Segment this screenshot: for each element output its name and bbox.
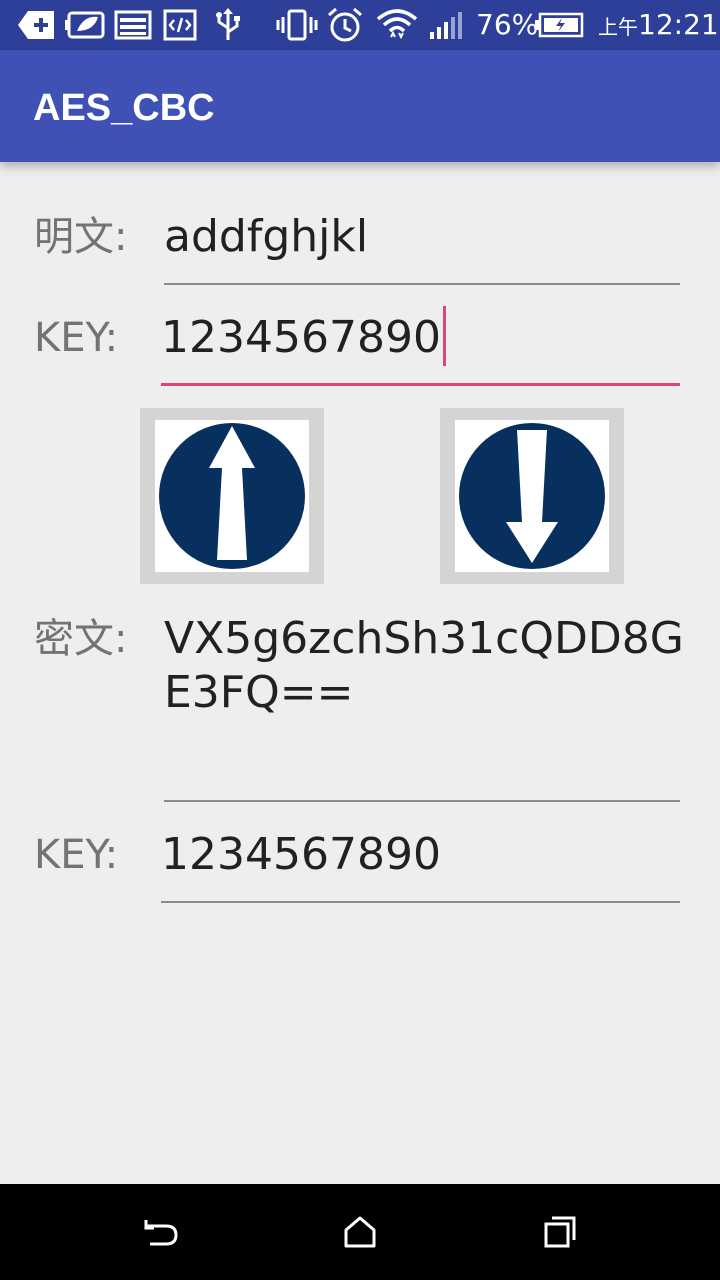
app-title: AES_CBC bbox=[33, 87, 215, 129]
ciphertext-input[interactable]: VX5g6zchSh31cQDD8GE3FQ== bbox=[164, 612, 684, 720]
plaintext-input[interactable]: addfghjkl bbox=[164, 210, 368, 264]
key1-label: KEY: bbox=[34, 315, 119, 361]
home-icon bbox=[344, 1216, 376, 1248]
navigation-bar bbox=[0, 1184, 720, 1280]
battery-saver-icon bbox=[64, 8, 106, 42]
battery-icon bbox=[534, 8, 584, 42]
code-icon bbox=[162, 8, 198, 42]
recents-button[interactable] bbox=[536, 1208, 584, 1256]
battery-percent: 76% bbox=[476, 8, 539, 41]
text-caret bbox=[442, 306, 446, 366]
recents-icon bbox=[544, 1216, 576, 1248]
arrow-down-circle-icon bbox=[459, 423, 605, 569]
key1-input-text: 1234567890 bbox=[161, 312, 441, 363]
decrypt-button[interactable] bbox=[440, 408, 624, 584]
key2-label: KEY: bbox=[34, 832, 119, 878]
plaintext-underline bbox=[164, 283, 680, 285]
key2-input[interactable]: 1234567890 bbox=[161, 828, 441, 882]
ciphertext-label: 密文: bbox=[34, 616, 128, 662]
back-button[interactable] bbox=[136, 1208, 184, 1256]
alarm-icon bbox=[326, 7, 364, 42]
signal-icon bbox=[428, 8, 468, 42]
app-bar: AES_CBC bbox=[0, 50, 720, 162]
clock: 12:21 bbox=[638, 8, 719, 41]
home-button[interactable] bbox=[336, 1208, 384, 1256]
back-icon bbox=[144, 1220, 178, 1246]
add-notification-icon bbox=[18, 8, 56, 42]
key2-underline bbox=[161, 901, 680, 903]
arrow-up-circle-icon bbox=[159, 423, 305, 569]
vibrate-icon bbox=[276, 8, 318, 42]
plaintext-label: 明文: bbox=[34, 214, 128, 260]
usb-icon bbox=[212, 8, 244, 42]
key1-underline bbox=[161, 383, 680, 386]
image-icon bbox=[114, 8, 152, 42]
key1-input[interactable]: 1234567890 bbox=[161, 306, 446, 370]
wifi-icon bbox=[376, 8, 418, 42]
status-bar: 76% 上午12:21 bbox=[0, 0, 720, 50]
ciphertext-underline bbox=[164, 800, 680, 802]
encrypt-button[interactable] bbox=[140, 408, 324, 584]
time-prefix: 上午 bbox=[598, 15, 638, 39]
